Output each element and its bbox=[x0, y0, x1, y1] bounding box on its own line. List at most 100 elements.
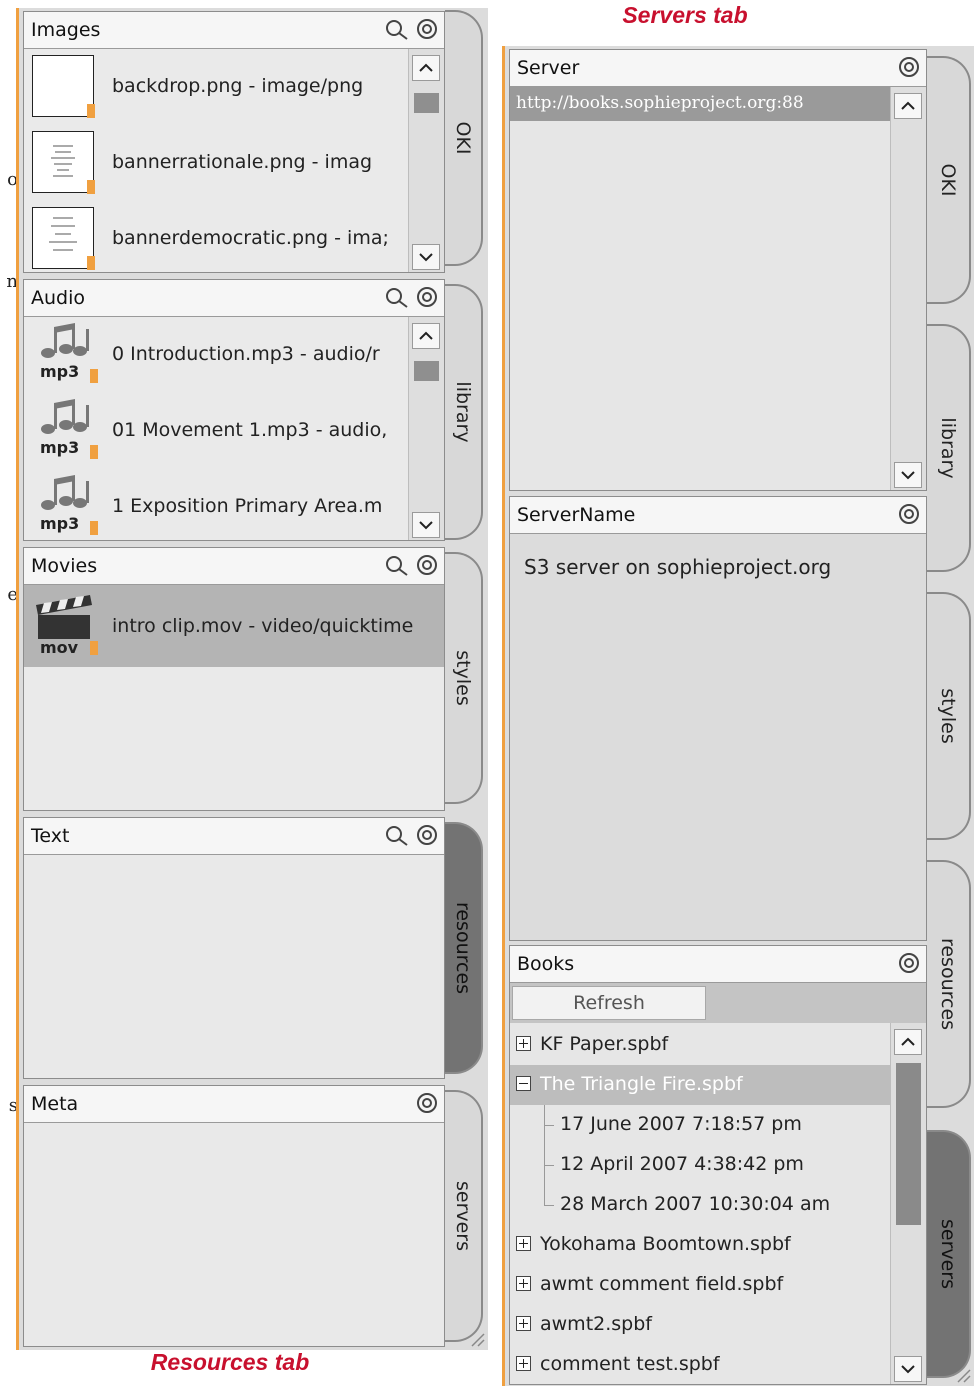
blank-image-thumb bbox=[32, 55, 95, 118]
target-icon[interactable] bbox=[416, 18, 438, 42]
target-icon[interactable] bbox=[416, 286, 438, 310]
tree-item[interactable]: awmt2.spbf bbox=[510, 1305, 890, 1345]
scroll-down-button[interactable] bbox=[894, 1356, 922, 1382]
svg-text:mov: mov bbox=[40, 638, 79, 657]
expand-icon[interactable] bbox=[516, 1036, 531, 1051]
scroll-down-button[interactable] bbox=[412, 512, 440, 538]
tab-oki[interactable]: OKI bbox=[445, 10, 483, 266]
target-icon[interactable] bbox=[898, 952, 920, 974]
tree-item-selected[interactable]: The Triangle Fire.spbf bbox=[510, 1065, 890, 1105]
version-label: 12 April 2007 4:38:42 pm bbox=[560, 1153, 804, 1175]
caption-resources-tab: Resources tab bbox=[150, 1349, 310, 1375]
svg-text:mp3: mp3 bbox=[40, 438, 79, 457]
banner-image-thumb bbox=[32, 207, 95, 270]
scroll-down-button[interactable] bbox=[894, 462, 922, 488]
tab-resources[interactable]: resources bbox=[927, 860, 971, 1108]
expand-icon[interactable] bbox=[516, 1316, 531, 1331]
tab-servers[interactable]: servers bbox=[927, 1130, 971, 1378]
book-label: The Triangle Fire.spbf bbox=[540, 1073, 743, 1095]
music-file-icon: mp3 bbox=[32, 397, 98, 463]
tab-library[interactable]: library bbox=[445, 284, 483, 540]
target-icon[interactable] bbox=[416, 554, 438, 578]
books-panel: Books Refresh KF Paper.spbf The Triangle… bbox=[509, 945, 927, 1385]
item-label: 0 Introduction.mp3 - audio/r bbox=[112, 343, 380, 365]
tree-item[interactable]: KF Paper.spbf bbox=[510, 1025, 890, 1065]
tab-styles[interactable]: styles bbox=[445, 552, 483, 804]
search-icon[interactable] bbox=[384, 824, 410, 848]
tab-resources[interactable]: resources bbox=[445, 822, 483, 1074]
server-list: http://books.sophieproject.org:88 bbox=[510, 87, 890, 490]
tree-item[interactable]: awmt comment field.spbf bbox=[510, 1265, 890, 1305]
item-label: bannerrationale.png - imag bbox=[112, 151, 373, 173]
tree-child-item[interactable]: 17 June 2007 7:18:57 pm bbox=[510, 1105, 890, 1145]
target-icon[interactable] bbox=[898, 56, 920, 78]
item-label: 1 Exposition Primary Area.m bbox=[112, 495, 383, 517]
tab-oki[interactable]: OKI bbox=[927, 56, 971, 304]
resize-grip-icon[interactable] bbox=[954, 1366, 972, 1384]
server-url-row[interactable]: http://books.sophieproject.org:88 bbox=[510, 87, 890, 121]
scrollbar[interactable] bbox=[890, 1023, 926, 1384]
server-panel: Server http://books.sophieproject.org:88 bbox=[509, 49, 927, 491]
server-name-value[interactable]: S3 server on sophieproject.org bbox=[524, 555, 831, 579]
resize-grip-icon[interactable] bbox=[468, 1330, 486, 1348]
scroll-thumb[interactable] bbox=[414, 361, 439, 381]
tab-label: resources bbox=[937, 937, 959, 1031]
resources-screenshot: Images backdrop.png - image/png bannerra… bbox=[16, 8, 488, 1350]
tab-library[interactable]: library bbox=[927, 324, 971, 572]
expand-icon[interactable] bbox=[516, 1356, 531, 1371]
tab-label: library bbox=[452, 381, 474, 443]
tree-child-item[interactable]: 12 April 2007 4:38:42 pm bbox=[510, 1145, 890, 1185]
music-file-icon: mp3 bbox=[32, 321, 98, 387]
panel-title: Text bbox=[31, 825, 70, 847]
scroll-up-button[interactable] bbox=[412, 55, 440, 81]
tab-label: OKI bbox=[452, 121, 474, 155]
tab-label: resources bbox=[452, 901, 474, 995]
scroll-down-button[interactable] bbox=[412, 244, 440, 270]
movies-list: mov intro clip.mov - video/quicktime bbox=[24, 585, 444, 810]
version-label: 28 March 2007 10:30:04 am bbox=[560, 1193, 831, 1215]
scroll-up-button[interactable] bbox=[894, 1029, 922, 1055]
collapse-icon[interactable] bbox=[516, 1076, 531, 1091]
tab-servers[interactable]: servers bbox=[445, 1090, 483, 1342]
movie-clapper-icon: mov bbox=[32, 591, 98, 657]
images-list: backdrop.png - image/png bannerrationale… bbox=[24, 49, 408, 272]
book-label: awmt2.spbf bbox=[540, 1313, 652, 1335]
scroll-up-button[interactable] bbox=[894, 93, 922, 119]
caption-servers-tab: Servers tab bbox=[622, 2, 748, 28]
expand-icon[interactable] bbox=[516, 1276, 531, 1291]
refresh-button[interactable]: Refresh bbox=[512, 986, 706, 1020]
scrollbar[interactable] bbox=[408, 49, 444, 272]
panel-title: Audio bbox=[31, 287, 86, 309]
tab-label: servers bbox=[937, 1218, 959, 1290]
panel-title: Images bbox=[31, 19, 101, 41]
books-tree: KF Paper.spbf The Triangle Fire.spbf 17 … bbox=[510, 1023, 890, 1384]
list-item[interactable]: mov intro clip.mov - video/quicktime bbox=[24, 585, 444, 667]
servername-panel: ServerName S3 server on sophieproject.or… bbox=[509, 496, 927, 941]
audio-list: mp3 0 Introduction.mp3 - audio/r mp3 01 … bbox=[24, 317, 408, 540]
tab-label: servers bbox=[452, 1180, 474, 1252]
tree-item[interactable]: comment test.spbf bbox=[510, 1345, 890, 1384]
scroll-thumb[interactable] bbox=[414, 93, 439, 113]
book-label: awmt comment field.spbf bbox=[540, 1273, 784, 1295]
books-toolbar: Refresh bbox=[510, 983, 926, 1023]
scroll-thumb[interactable] bbox=[896, 1063, 921, 1225]
tree-child-item[interactable]: 28 March 2007 10:30:04 am bbox=[510, 1185, 890, 1225]
scrollbar[interactable] bbox=[408, 317, 444, 540]
svg-text:mp3: mp3 bbox=[40, 514, 79, 533]
server-url: http://books.sophieproject.org:88 bbox=[516, 93, 804, 113]
target-icon[interactable] bbox=[416, 1092, 438, 1114]
images-panel: Images backdrop.png - image/png bannerra… bbox=[23, 11, 445, 273]
search-icon[interactable] bbox=[384, 286, 410, 310]
version-label: 17 June 2007 7:18:57 pm bbox=[560, 1113, 802, 1135]
search-icon[interactable] bbox=[384, 554, 410, 578]
target-icon[interactable] bbox=[416, 824, 438, 848]
search-icon[interactable] bbox=[384, 18, 410, 42]
scroll-up-button[interactable] bbox=[412, 323, 440, 349]
panel-header: Books bbox=[510, 946, 926, 983]
tab-styles[interactable]: styles bbox=[927, 592, 971, 840]
tree-item[interactable]: Yokohama Boomtown.spbf bbox=[510, 1225, 890, 1265]
expand-icon[interactable] bbox=[516, 1236, 531, 1251]
scrollbar[interactable] bbox=[890, 87, 926, 490]
target-icon[interactable] bbox=[898, 503, 920, 525]
panel-title: Meta bbox=[31, 1093, 79, 1115]
